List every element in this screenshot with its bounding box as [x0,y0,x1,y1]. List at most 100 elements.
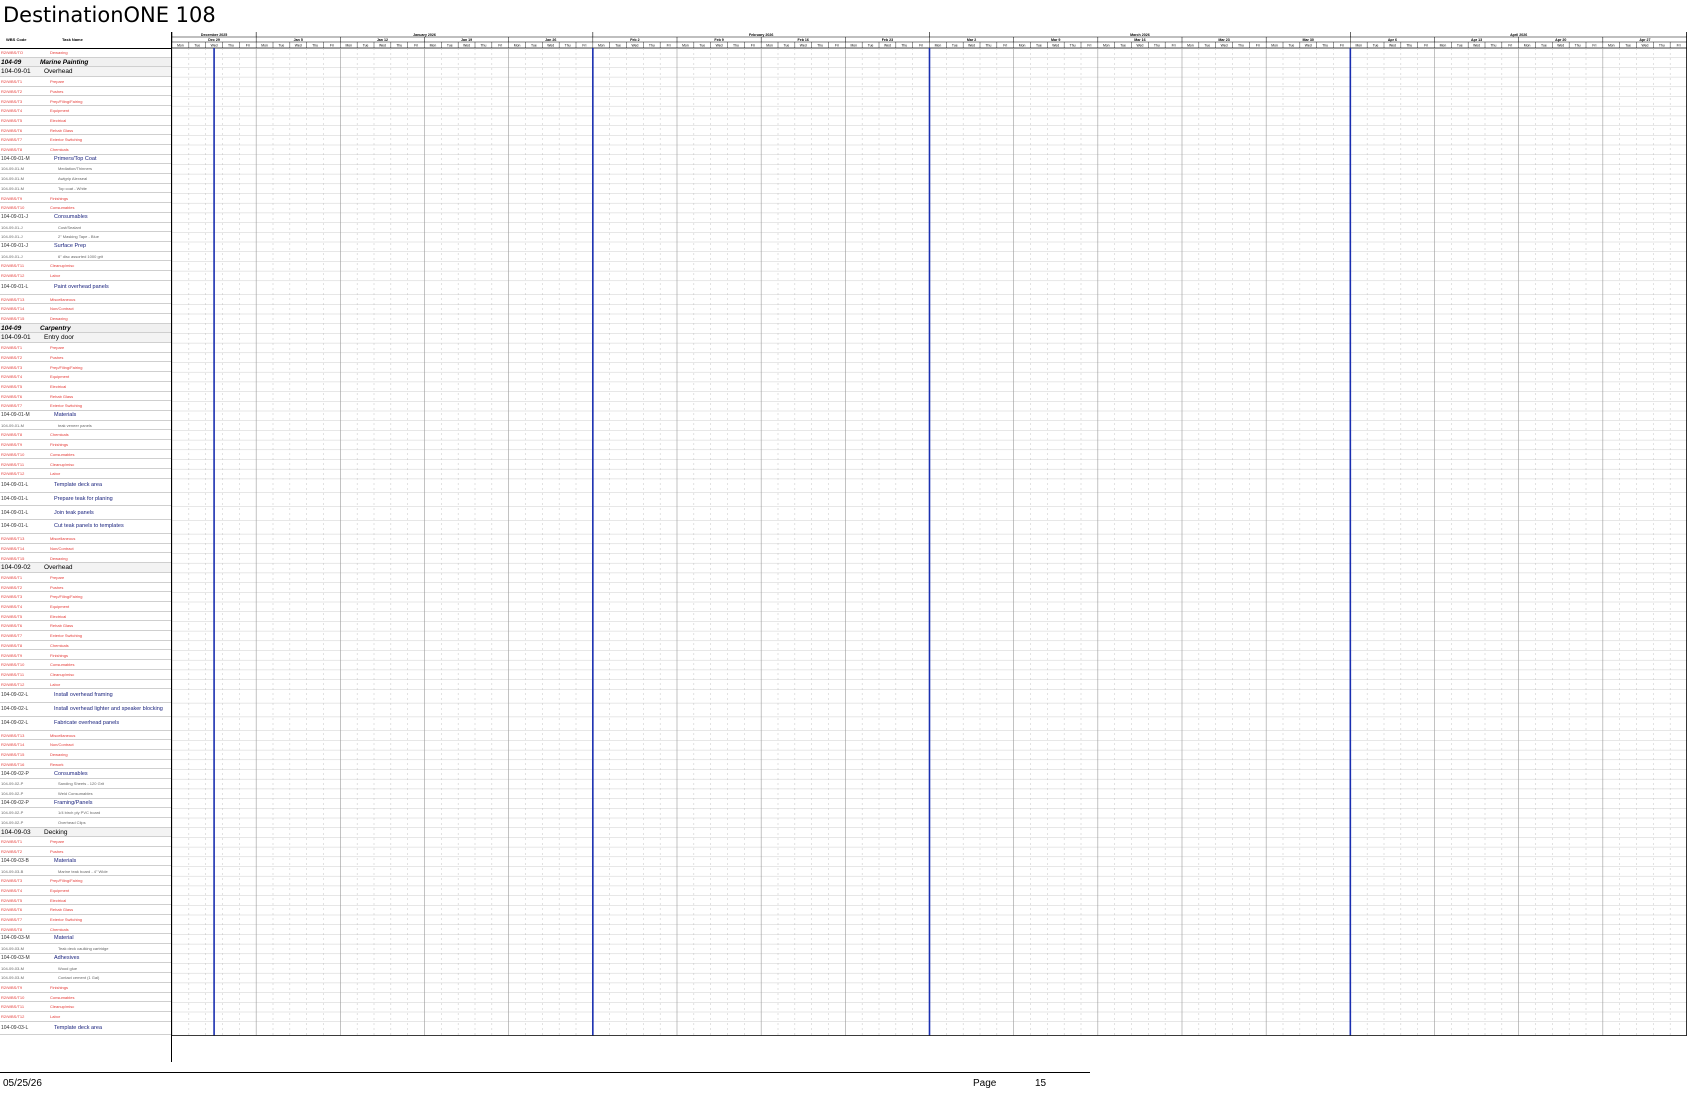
day-label: Fri [1592,44,1596,48]
wbs-code: R2/WBS/T8 [1,432,23,438]
wbs-code: 104-09-01-J [1,224,23,230]
day-label: Fri [1003,44,1007,48]
table-row: R2/WBS/T12 Labor [0,680,171,690]
table-row: 104-09-02-P Weld Consumables [0,789,171,799]
day-label: Thu [1659,44,1665,48]
day-label: Wed [295,44,302,48]
task-name: Rehab Glass [50,393,74,399]
wbs-code: 104-09-02-P [1,820,24,825]
task-name: Cleanup/misc [50,263,75,269]
day-label: Thu [1490,44,1496,48]
table-row: R2/WBS/T4 Equipment [0,372,171,382]
wbs-code: R2/WBS/T9 [1,195,23,201]
day-label: Mon [1524,44,1531,48]
task-name: Consumables [50,662,75,668]
wbs-code: R2/WBS/T7 [1,633,23,639]
task-name: Awlgrip Alexseal [58,176,88,182]
table-row: R2/WBS/TO Dewaxing [0,48,171,58]
task-name: Prepare teak for planing [54,495,113,502]
wbs-code: 104-09-02-L [1,719,29,726]
wbs-code: 104-09-03-M [1,975,24,981]
task-name: Dewaxing [50,50,68,55]
task-name: Pushes [50,88,64,94]
table-row: R2/WBS/T8 Chemicals [0,430,171,441]
table-row: R2/WBS/T9 Finishings [0,194,171,204]
table-row: R2/WBS/T5 Electrical [0,382,171,392]
table-row: R2/WBS/T6 Rehab Glass [0,621,171,632]
wbs-code: R2/WBS/T7 [1,403,23,409]
table-row: R2/WBS/T14 Non/Contract [0,740,171,751]
table-row: 104-09-01-M Mediation/Thinners [0,164,171,175]
wbs-code: R2/WBS/T14 [1,742,25,748]
table-row: R2/WBS/T7 Exterior Switching [0,631,171,641]
month-label: March 2026 [1130,33,1150,37]
table-row: R2/WBS/T13 Miscellaneous [0,295,171,305]
day-label: Fri [1172,44,1176,48]
task-name: Consumables [54,770,88,777]
day-label: Fri [835,44,839,48]
wbs-code: R2/WBS/T10 [1,662,25,668]
month-label: February 2026 [749,33,773,37]
day-label: Tue [1036,44,1042,48]
wbs-code: 104-09-01-M [1,412,30,418]
wbs-code: 104-09-01-M [1,185,24,191]
task-name: Pushes [50,354,64,360]
task-name: Finishings [50,984,69,990]
task-name: Pushes [50,584,64,590]
week-label: Jan 12 [377,38,388,42]
day-label: Mon [177,44,184,48]
task-name: Chemicals [50,147,69,152]
wbs-code: R2/WBS/T4 [1,887,23,893]
task-name: Overhead [44,564,73,572]
table-row: R2/WBS/T2 Pushes [0,583,171,593]
wbs-code: R2/WBS/T4 [1,374,23,380]
col-wbs-code-header: WBS Code [6,37,27,42]
task-name: Labor [50,471,61,477]
wbs-code: R2/WBS/T2 [1,849,23,855]
month-label: April 2026 [1510,33,1527,37]
table-row: 104-09-01-M Materials [0,411,171,421]
wbs-code: R2/WBS/T14 [1,306,25,312]
table-row: R2/WBS/T3 Prep/Filing/Fairing [0,592,171,602]
wbs-code: 104-09 [1,58,22,66]
wbs-code: R2/WBS/T7 [1,917,23,922]
wbs-code: 104-09-02-P [1,799,29,806]
wbs-code: 104-09-03-M [1,965,24,971]
table-row: R2/WBS/T5 Electrical [0,612,171,622]
table-row: 104-09-01 Entry door [0,333,171,344]
day-label: Tue [531,44,537,48]
day-label: Wed [1641,44,1648,48]
month-label: December 2025 [201,33,227,37]
wbs-code: R2/WBS/T1 [1,79,23,85]
task-name: Cleanup/misc [50,1004,75,1010]
week-label: Feb 23 [882,38,893,42]
wbs-code: R2/WBS/TO [1,50,23,55]
table-row: 104-09 Marine Painting [0,57,171,68]
wbs-code: R2/WBS/T6 [1,623,23,629]
task-name: Labor [50,681,61,687]
task-name: Prepare [50,839,65,845]
day-label: Wed [547,44,554,48]
table-row: 104-09-01-M Top coat - White [0,184,171,194]
wbs-code: 104-09-01 [1,334,31,342]
task-name: Dewaxing [50,752,68,758]
month-label: January 2026 [413,33,436,37]
table-row: R2/WBS/T4 Equipment [0,886,171,896]
task-name: Fabricate overhead panels [54,719,120,726]
table-row: R2/WBS/T11 Cleanup/misc [0,261,171,272]
wbs-code: R2/WBS/T3 [1,98,23,104]
wbs-code: 104-09-01-J [1,234,23,240]
task-name: Decking [44,828,68,836]
task-name: Cut teak panels to templates [54,523,124,530]
task-name: Miscellaneous [50,296,76,302]
wbs-code: 104-09-02-L [1,706,29,713]
day-label: Tue [615,44,621,48]
footer-date: 05/25/26 [3,1078,42,1089]
day-label: Wed [463,44,470,48]
table-row: 104-09-03-B Marine teak board - 4" Wide [0,867,171,877]
wbs-code: R2/WBS/T13 [1,296,25,302]
day-label: Thu [1575,44,1581,48]
day-label: Tue [1373,44,1379,48]
wbs-code: 104-09-01-L [1,509,29,516]
day-label: Tue [1289,44,1295,48]
